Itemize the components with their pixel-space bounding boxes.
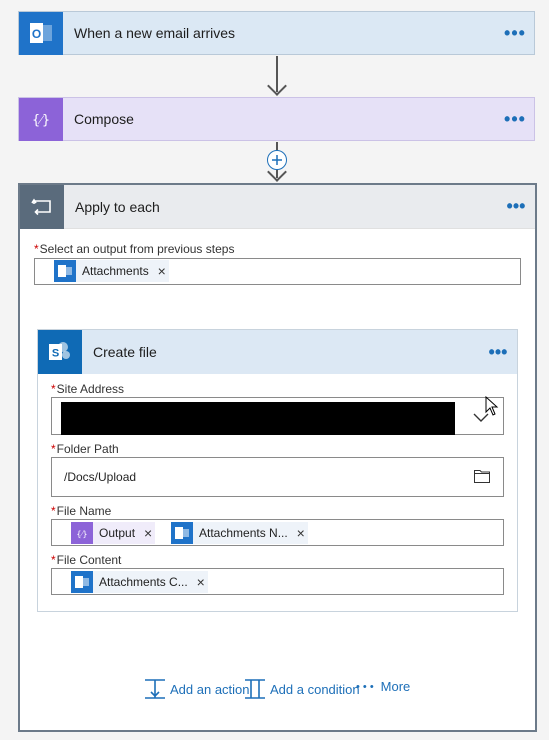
token-remove-button[interactable]: × — [155, 263, 169, 279]
svg-text:{⁄}: {⁄} — [32, 113, 50, 128]
compose-title: Compose — [74, 111, 134, 127]
attachments-token[interactable]: Attachments × — [54, 260, 169, 282]
outlook-icon — [54, 260, 76, 282]
svg-text:{⁄}: {⁄} — [77, 530, 88, 539]
compose-more-button[interactable]: ••• — [496, 110, 534, 128]
folder-path-field[interactable]: /Docs/Upload — [51, 457, 504, 497]
svg-text:O: O — [32, 27, 41, 41]
apply-to-each-container: Apply to each ••• *Select an output from… — [18, 183, 537, 732]
attachments-name-token[interactable]: Attachments N... × — [171, 522, 308, 544]
compose-card[interactable]: {⁄} Compose ••• — [18, 97, 535, 141]
more-dots-icon: • • • — [356, 680, 374, 693]
mouse-cursor-icon — [485, 395, 499, 419]
add-action-label: Add an action — [170, 681, 250, 697]
add-condition-label: Add a condition — [270, 681, 360, 697]
token-label: Attachments — [82, 264, 149, 278]
compose-icon: {⁄} — [71, 522, 93, 544]
select-output-label: *Select an output from previous steps — [34, 242, 235, 256]
create-file-header[interactable]: S Create file ••• — [38, 330, 517, 374]
folder-icon[interactable] — [474, 469, 490, 486]
required-marker: * — [34, 242, 39, 256]
more-label: More — [380, 679, 411, 694]
token-label: Attachments C... — [99, 575, 188, 589]
file-content-label: *File Content — [51, 553, 122, 567]
token-remove-button[interactable]: × — [141, 525, 155, 541]
add-action-button[interactable]: Add an action — [144, 679, 250, 699]
more-button[interactable]: • • • More — [356, 679, 410, 694]
token-remove-button[interactable]: × — [194, 574, 208, 590]
trigger-title: When a new email arrives — [74, 25, 236, 41]
redacted-value — [61, 402, 455, 435]
add-action-icon — [145, 679, 165, 699]
apply-to-each-header[interactable]: Apply to each ••• — [20, 184, 535, 229]
site-address-label: *Site Address — [51, 382, 125, 396]
attachments-content-token[interactable]: Attachments C... × — [71, 571, 208, 593]
create-file-more-button[interactable]: ••• — [479, 342, 517, 363]
sharepoint-icon: S — [38, 330, 82, 374]
token-label: Attachments N... — [199, 526, 288, 540]
apply-to-each-title: Apply to each — [75, 198, 160, 215]
trigger-more-button[interactable]: ••• — [496, 24, 534, 42]
add-condition-button[interactable]: Add a condition — [244, 679, 360, 699]
outlook-icon — [71, 571, 93, 593]
svg-text:S: S — [52, 348, 59, 360]
create-file-card: S Create file ••• *Site Address *Folder … — [37, 329, 518, 612]
site-address-field[interactable] — [51, 397, 504, 435]
token-label: Output — [99, 526, 136, 540]
folder-path-value: /Docs/Upload — [64, 470, 137, 484]
folder-path-label: *Folder Path — [51, 442, 119, 456]
loop-icon — [20, 184, 64, 229]
output-token[interactable]: {⁄} Output × — [71, 522, 156, 544]
trigger-card[interactable]: O When a new email arrives ••• — [18, 11, 535, 55]
apply-to-each-more-button[interactable]: ••• — [497, 196, 535, 217]
file-name-label: *File Name — [51, 504, 112, 518]
outlook-icon — [171, 522, 193, 544]
compose-icon: {⁄} — [19, 97, 63, 141]
add-condition-icon — [245, 679, 265, 699]
connector-arrow — [267, 76, 287, 96]
create-file-title: Create file — [93, 344, 157, 360]
token-remove-button[interactable]: × — [294, 525, 308, 541]
outlook-icon: O — [19, 11, 63, 55]
